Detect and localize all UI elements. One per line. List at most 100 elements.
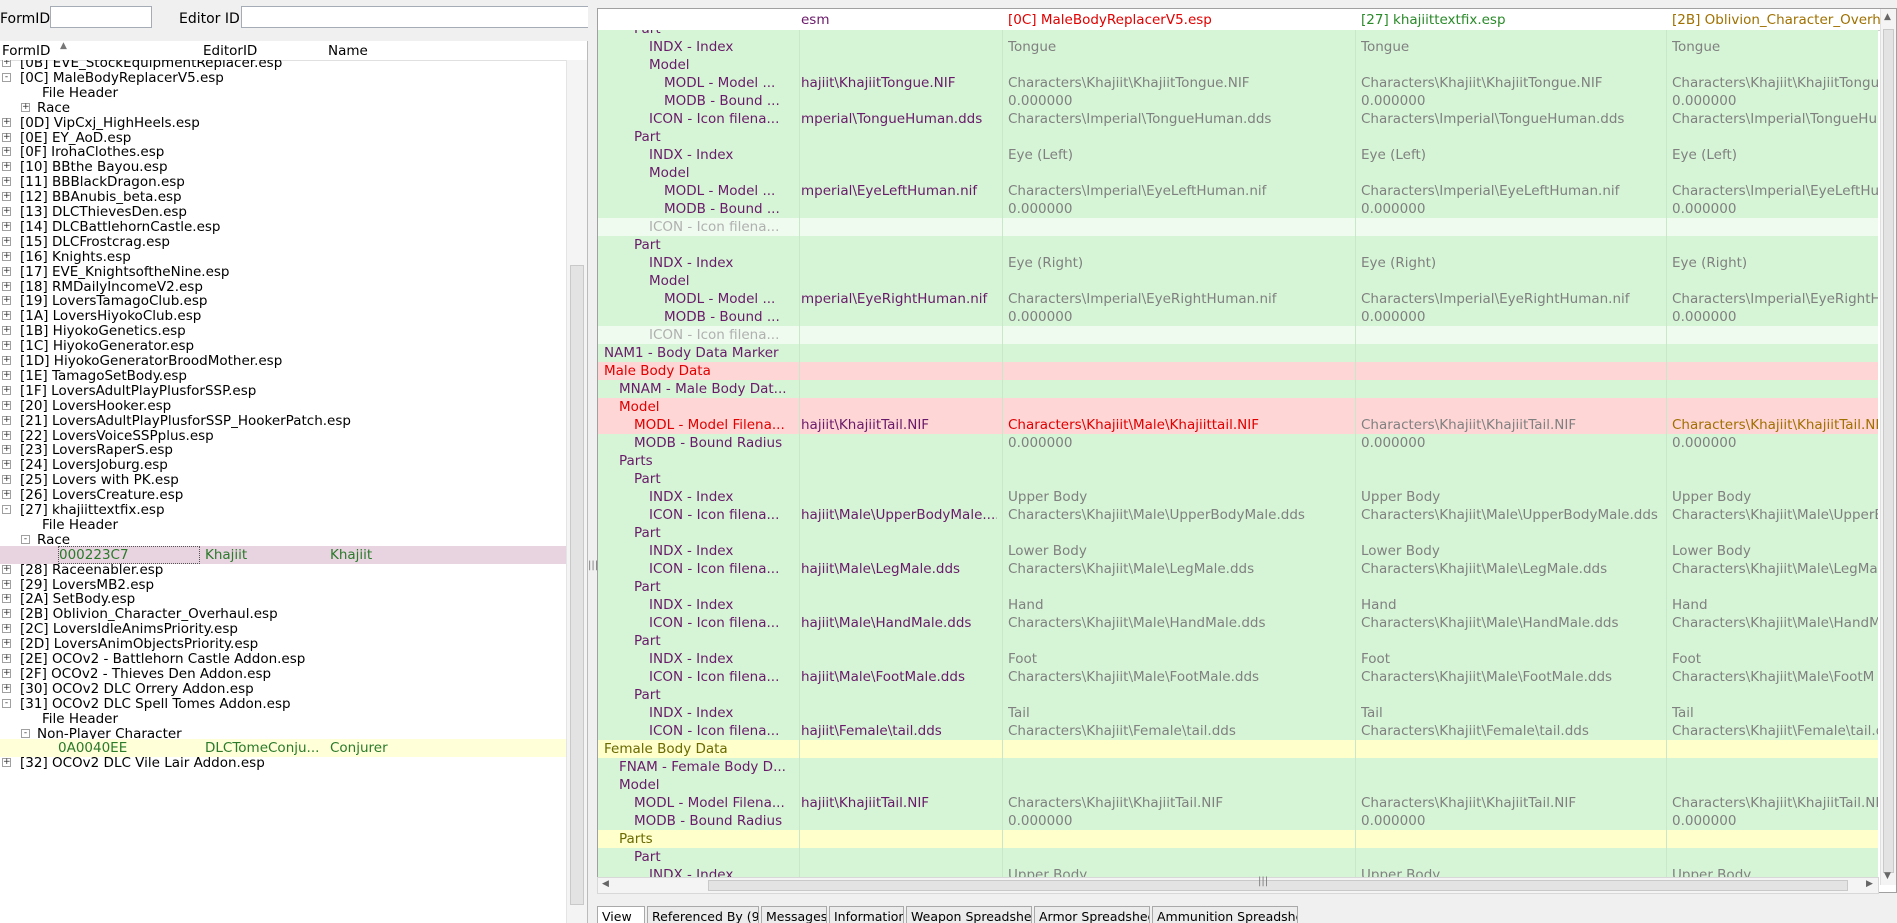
record-field-row[interactable]: INDX - Index Eye (Left) Eye (Left) Eye (Lef… bbox=[598, 146, 1878, 164]
expand-node-icon[interactable]: + bbox=[2, 356, 11, 365]
record-field-row[interactable]: ICON - Icon filena... hajiit\Male\HandMal… bbox=[598, 614, 1878, 632]
scroll-up-arrow-icon[interactable]: ▲ bbox=[1884, 12, 1891, 22]
column-header-name[interactable]: Name bbox=[328, 43, 368, 59]
expand-node-icon[interactable]: + bbox=[2, 60, 11, 67]
record-field-row[interactable]: ICON - Icon filena... hajiit\Male\UpperBo… bbox=[598, 506, 1878, 524]
tab-referenced-by-99[interactable]: Referenced By (99) bbox=[647, 906, 759, 923]
expand-node-icon[interactable]: + bbox=[2, 266, 11, 276]
expand-node-icon[interactable]: + bbox=[2, 281, 11, 291]
expand-node-icon[interactable]: + bbox=[2, 654, 11, 663]
record-field-row[interactable]: INDX - Index Eye (Right) Eye (Right) Eye (R… bbox=[598, 254, 1878, 272]
expand-node-icon[interactable]: + bbox=[2, 460, 11, 470]
expand-node-icon[interactable]: + bbox=[2, 564, 11, 574]
expand-node-icon[interactable]: + bbox=[2, 758, 11, 768]
tab-messages[interactable]: Messages bbox=[761, 906, 827, 923]
expand-node-icon[interactable]: + bbox=[2, 475, 11, 485]
record-field-row[interactable]: Male Body Data bbox=[598, 362, 1878, 380]
record-field-row[interactable]: MODL - Model Filena... hajiit\KhajiitTail… bbox=[598, 416, 1878, 434]
record-field-row[interactable]: Part bbox=[598, 578, 1878, 596]
expand-node-icon[interactable]: + bbox=[2, 609, 11, 619]
expand-node-icon[interactable]: + bbox=[2, 341, 11, 351]
tab-ammunition-spreadsheet[interactable]: Ammunition Spreadsheet bbox=[1152, 906, 1298, 923]
expand-node-icon[interactable]: + bbox=[2, 162, 11, 172]
record-field-row[interactable]: Model bbox=[598, 776, 1878, 794]
expand-node-icon[interactable]: + bbox=[2, 624, 11, 634]
collapse-node-icon[interactable]: - bbox=[21, 728, 30, 738]
record-field-row[interactable]: FNAM - Female Body D... bbox=[598, 758, 1878, 776]
editorid-search-input[interactable] bbox=[241, 6, 590, 28]
tree-vertical-scrollbar[interactable] bbox=[566, 60, 587, 923]
record-scrollbar-thumb[interactable] bbox=[1883, 29, 1894, 873]
expand-node-icon[interactable]: + bbox=[2, 147, 11, 157]
expand-node-icon[interactable]: + bbox=[2, 132, 11, 142]
header-plugin-column-0c[interactable]: [0C] MaleBodyReplacerV5.esp bbox=[1008, 12, 1212, 28]
expand-node-icon[interactable]: + bbox=[2, 311, 11, 321]
expand-node-icon[interactable]: + bbox=[2, 639, 11, 649]
record-field-row[interactable]: Parts bbox=[598, 830, 1878, 848]
record-field-row[interactable]: Part bbox=[598, 686, 1878, 704]
scroll-left-arrow-icon[interactable]: ◀ bbox=[602, 879, 609, 889]
collapse-node-icon[interactable]: - bbox=[2, 698, 11, 708]
record-field-row[interactable]: ICON - Icon filena... mperial\TongueHuman… bbox=[598, 110, 1878, 128]
header-plugin-column-27[interactable]: [27] khajiittextfix.esp bbox=[1361, 12, 1506, 28]
record-field-row[interactable]: Model bbox=[598, 56, 1878, 74]
record-field-row[interactable]: Part bbox=[598, 848, 1878, 866]
expand-node-icon[interactable]: + bbox=[2, 221, 11, 231]
record-field-row[interactable]: MODB - Bound ... 0.000000 0.000000 0.000000 bbox=[598, 308, 1878, 326]
record-field-row[interactable]: INDX - Index Lower Body Lower Body Lower Bo… bbox=[598, 542, 1878, 560]
collapse-node-icon[interactable]: - bbox=[2, 72, 11, 82]
tab-view[interactable]: View bbox=[597, 906, 645, 923]
record-field-row[interactable]: NAM1 - Body Data Marker bbox=[598, 344, 1878, 362]
expand-node-icon[interactable]: + bbox=[2, 445, 11, 455]
record-field-row[interactable]: Part bbox=[598, 236, 1878, 254]
header-plugin-column-2b[interactable]: [2B] Oblivion_Character_Overhaul... bbox=[1672, 12, 1896, 28]
record-field-row[interactable]: MODL - Model ... mperial\EyeLeftHuman.nif… bbox=[598, 182, 1878, 200]
record-field-row[interactable]: Female Body Data bbox=[598, 740, 1878, 758]
expand-node-icon[interactable]: + bbox=[2, 177, 11, 187]
expand-node-icon[interactable]: + bbox=[2, 668, 11, 678]
record-field-row[interactable]: Part bbox=[598, 632, 1878, 650]
record-field-row[interactable]: INDX - Index Hand Hand Hand bbox=[598, 596, 1878, 614]
pane-splitter[interactable]: ||| bbox=[588, 0, 598, 923]
header-master-column[interactable]: esm bbox=[801, 12, 830, 28]
expand-node-icon[interactable]: + bbox=[2, 385, 11, 395]
record-field-row[interactable]: Part bbox=[598, 128, 1878, 146]
expand-node-icon[interactable]: + bbox=[2, 192, 11, 202]
record-field-row[interactable]: MODL - Model Filena... hajiit\KhajiitTail… bbox=[598, 794, 1878, 812]
record-field-row[interactable]: Part bbox=[598, 30, 1878, 38]
expand-node-icon[interactable]: + bbox=[2, 326, 11, 336]
expand-node-icon[interactable]: + bbox=[2, 430, 11, 440]
tree-row[interactable]: + [32] OCOv2 DLC Vile Lair Addon.esp bbox=[0, 754, 566, 772]
collapse-node-icon[interactable]: - bbox=[21, 534, 30, 544]
record-field-row[interactable]: Model bbox=[598, 398, 1878, 416]
record-field-row[interactable]: Model bbox=[598, 164, 1878, 182]
record-field-row[interactable]: MODB - Bound Radius 0.000000 0.000000 0.000… bbox=[598, 434, 1878, 452]
record-field-row[interactable]: MNAM - Male Body Dat... bbox=[598, 380, 1878, 398]
scroll-right-arrow-icon[interactable]: ▶ bbox=[1866, 879, 1873, 889]
record-field-row[interactable]: MODB - Bound ... 0.000000 0.000000 0.000000 bbox=[598, 92, 1878, 110]
expand-node-icon[interactable]: + bbox=[2, 490, 11, 500]
record-field-row[interactable]: Model bbox=[598, 272, 1878, 290]
record-field-row[interactable]: INDX - Index Foot Foot Foot bbox=[598, 650, 1878, 668]
expand-node-icon[interactable]: + bbox=[2, 296, 11, 306]
record-field-row[interactable]: Parts bbox=[598, 452, 1878, 470]
formid-search-input[interactable] bbox=[50, 6, 152, 28]
record-vertical-scrollbar[interactable]: ▲ ▼ bbox=[1880, 9, 1896, 885]
record-field-row[interactable]: Part bbox=[598, 470, 1878, 488]
expand-node-icon[interactable]: + bbox=[21, 102, 30, 112]
expand-node-icon[interactable]: + bbox=[2, 251, 11, 261]
column-header-editorid[interactable]: EditorID bbox=[203, 43, 257, 59]
expand-node-icon[interactable]: + bbox=[2, 117, 11, 127]
column-header-formid[interactable]: FormID bbox=[2, 43, 50, 59]
expand-node-icon[interactable]: + bbox=[2, 579, 11, 589]
scroll-down-arrow-icon[interactable]: ▼ bbox=[1884, 871, 1891, 881]
expand-node-icon[interactable]: + bbox=[2, 236, 11, 246]
expand-node-icon[interactable]: + bbox=[2, 400, 11, 410]
record-field-row[interactable]: INDX - Index Tail Tail Tail bbox=[598, 704, 1878, 722]
tab-weapon-spreadsheet[interactable]: Weapon Spreadsheet bbox=[906, 906, 1032, 923]
tab-information[interactable]: Information bbox=[829, 906, 904, 923]
record-field-row[interactable]: MODB - Bound Radius 0.000000 0.000000 0.000… bbox=[598, 812, 1878, 830]
record-field-row[interactable]: INDX - Index Tongue Tongue Tongue bbox=[598, 38, 1878, 56]
expand-node-icon[interactable]: + bbox=[2, 683, 11, 693]
record-field-row[interactable]: MODB - Bound ... 0.000000 0.000000 0.000000 bbox=[598, 200, 1878, 218]
